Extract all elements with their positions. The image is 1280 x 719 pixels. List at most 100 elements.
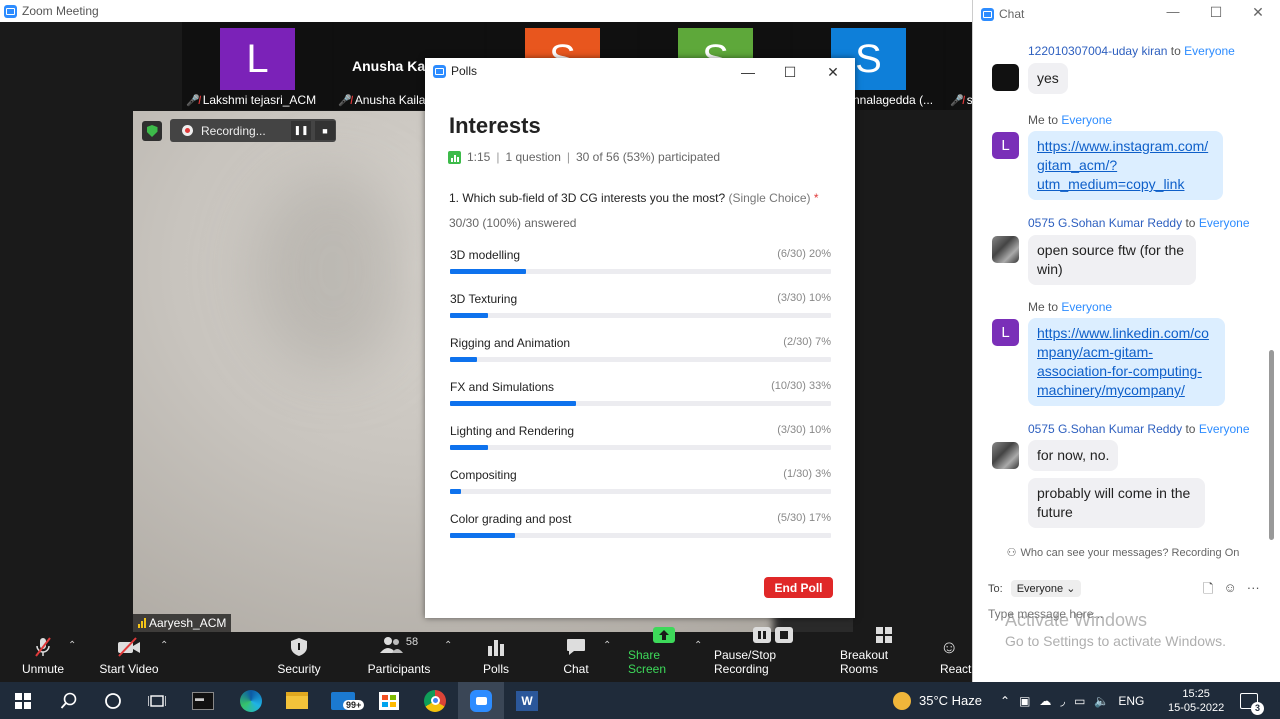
chevron-up-icon[interactable]: ⌃ bbox=[1000, 694, 1010, 708]
clock[interactable]: 15:25 15-05-2022 bbox=[1168, 682, 1224, 719]
poll-option: 3D modelling (6/30) 20% bbox=[449, 248, 831, 278]
avatar: L bbox=[992, 319, 1019, 346]
notification-count: 3 bbox=[1251, 701, 1264, 715]
message-header: Me to Everyone bbox=[1028, 300, 1113, 314]
word-icon: W bbox=[516, 690, 538, 711]
poll-answered-count: 30/30 (100%) answered bbox=[449, 216, 577, 230]
taskbar-zoom-app[interactable] bbox=[458, 682, 504, 719]
minimize-button[interactable]: — bbox=[728, 60, 768, 84]
poll-result-bar-fill bbox=[450, 533, 515, 538]
close-button[interactable]: ✕ bbox=[1243, 4, 1273, 24]
cortana-button[interactable] bbox=[90, 682, 136, 719]
message-bubble: https://www.instagram.com/gitam_acm/? utm… bbox=[1028, 131, 1223, 200]
avatar bbox=[992, 236, 1019, 263]
share-screen-button[interactable]: Share Screen bbox=[628, 627, 700, 682]
chat-button[interactable]: Chat bbox=[556, 632, 596, 682]
message-header: 0575 G.Sohan Kumar Reddy to Everyone bbox=[1028, 216, 1250, 230]
polls-bar-chart-icon bbox=[487, 636, 505, 658]
message-header: 0575 G.Sohan Kumar Reddy to Everyone bbox=[1028, 422, 1250, 436]
chat-window-title: Chat bbox=[999, 7, 1025, 21]
taskbar-store-app[interactable] bbox=[366, 682, 412, 719]
folder-icon bbox=[286, 692, 308, 709]
language-indicator[interactable]: ENG bbox=[1118, 694, 1144, 708]
message-header: Me to Everyone bbox=[1028, 113, 1113, 127]
poll-result-bar bbox=[450, 533, 831, 538]
weather-widget[interactable]: 35°C Haze bbox=[893, 682, 982, 719]
taskbar-edge-app[interactable] bbox=[228, 682, 274, 719]
message-bubble: yes bbox=[1028, 63, 1068, 94]
zoom-window-title: Zoom Meeting bbox=[22, 4, 99, 18]
file-icon[interactable]: 🗋 bbox=[1203, 580, 1213, 602]
participant-thumbnail[interactable]: L 🎤̸ Lakshmi tejasri_ACM bbox=[182, 22, 332, 110]
zoom-logo-icon bbox=[4, 4, 17, 18]
onedrive-cloud-icon[interactable]: ☁ bbox=[1039, 694, 1051, 708]
mic-muted-icon: 🎤̸ bbox=[338, 94, 352, 107]
pause-stop-recording-button[interactable]: Pause/Stop Recording bbox=[714, 627, 832, 682]
share-options-chevron-icon[interactable]: ⌃ bbox=[694, 640, 702, 651]
participant-name: nnalagedda (... bbox=[853, 93, 934, 107]
maximize-button[interactable]: ☐ bbox=[1201, 4, 1231, 24]
chevron-down-icon: ⌄ bbox=[1066, 583, 1076, 595]
message-link[interactable]: https://www.linkedin.com/co mpany/acm-git… bbox=[1037, 325, 1209, 398]
poll-result-bar bbox=[450, 445, 831, 450]
stop-recording-button[interactable]: ■ bbox=[315, 121, 335, 140]
security-shield-icon[interactable] bbox=[142, 121, 162, 141]
smiley-icon: ☺ bbox=[940, 636, 959, 657]
participants-button[interactable]: 58 Participants bbox=[366, 632, 432, 682]
battery-icon[interactable]: ▭ bbox=[1074, 694, 1085, 708]
poll-question-count: 1 question bbox=[505, 150, 561, 164]
audio-options-chevron-icon[interactable]: ⌃ bbox=[68, 640, 76, 651]
meet-now-icon[interactable]: ▣ bbox=[1019, 694, 1030, 708]
taskbar-mail-app[interactable]: 99+ bbox=[320, 682, 366, 719]
poll-option-label: Rigging and Animation bbox=[450, 336, 571, 350]
close-button[interactable]: ✕ bbox=[813, 60, 853, 84]
chat-message-list[interactable]: 122010307004-uday kiran to Everyone yes … bbox=[973, 30, 1273, 542]
recipient-dropdown[interactable]: Everyone ⌄ bbox=[1010, 580, 1082, 597]
message-privacy-note[interactable]: ⚇ Who can see your messages? Recording O… bbox=[973, 546, 1273, 560]
poll-option: Compositing (1/30) 3% bbox=[449, 468, 831, 498]
cortana-circle-icon bbox=[105, 692, 121, 709]
participants-chevron-icon[interactable]: ⌃ bbox=[444, 640, 452, 651]
taskbar-word-app[interactable]: W bbox=[504, 682, 550, 719]
more-icon[interactable]: ··· bbox=[1247, 580, 1260, 602]
poll-option-label: Compositing bbox=[450, 468, 517, 482]
polls-button[interactable]: Polls bbox=[476, 632, 516, 682]
reactions-button[interactable]: ☺ React bbox=[940, 632, 972, 682]
pause-recording-button[interactable]: ❚❚ bbox=[291, 121, 311, 140]
participant-thumbnail[interactable]: 🎤̸ s bbox=[946, 22, 973, 110]
participants-icon bbox=[379, 636, 404, 659]
security-button[interactable]: Security bbox=[274, 632, 324, 682]
end-poll-button[interactable]: End Poll bbox=[764, 577, 833, 598]
chat-scrollbar[interactable] bbox=[1269, 36, 1274, 541]
start-button[interactable] bbox=[0, 682, 46, 719]
poll-option-label: Color grading and post bbox=[450, 512, 572, 526]
video-options-chevron-icon[interactable]: ⌃ bbox=[160, 640, 168, 651]
start-video-button[interactable]: Start Video bbox=[98, 632, 160, 682]
taskbar-terminal-app[interactable]: ▬ bbox=[180, 682, 226, 719]
breakout-rooms-button[interactable]: Breakout Rooms bbox=[840, 627, 928, 682]
zoom-logo-icon bbox=[981, 7, 994, 21]
task-view-button[interactable] bbox=[134, 682, 180, 719]
taskbar-file-explorer-app[interactable] bbox=[274, 682, 320, 719]
unmute-button[interactable]: Unmute bbox=[18, 632, 68, 682]
poll-result-bar-fill bbox=[450, 445, 489, 450]
poll-result-bar-fill bbox=[450, 401, 576, 406]
emoji-icon[interactable]: ☺ bbox=[1223, 580, 1236, 602]
search-icon bbox=[60, 692, 77, 709]
message-bubble: https://www.linkedin.com/co mpany/acm-git… bbox=[1028, 318, 1225, 406]
message-link[interactable]: https://www.instagram.com/gitam_acm/? utm… bbox=[1037, 138, 1208, 192]
taskbar-chrome-app[interactable] bbox=[412, 682, 458, 719]
maximize-button[interactable]: ☐ bbox=[770, 60, 810, 84]
poll-option-label: Lighting and Rendering bbox=[450, 424, 575, 438]
haze-weather-icon bbox=[893, 691, 911, 710]
network-icon[interactable]: ◞ bbox=[1060, 694, 1065, 708]
breakout-rooms-icon bbox=[875, 626, 893, 644]
minimize-button[interactable]: — bbox=[1158, 4, 1188, 24]
chat-chevron-icon[interactable]: ⌃ bbox=[603, 640, 611, 651]
volume-icon[interactable]: 🔈 bbox=[1094, 694, 1109, 708]
poll-result-bar-fill bbox=[450, 269, 527, 274]
notifications-button[interactable]: 3 bbox=[1240, 682, 1264, 719]
search-button[interactable] bbox=[46, 682, 92, 719]
meeting-toolbar: Unmute ⌃ Start Video ⌃ Security 58 Parti… bbox=[0, 627, 972, 682]
poll-result-bar bbox=[450, 357, 831, 362]
